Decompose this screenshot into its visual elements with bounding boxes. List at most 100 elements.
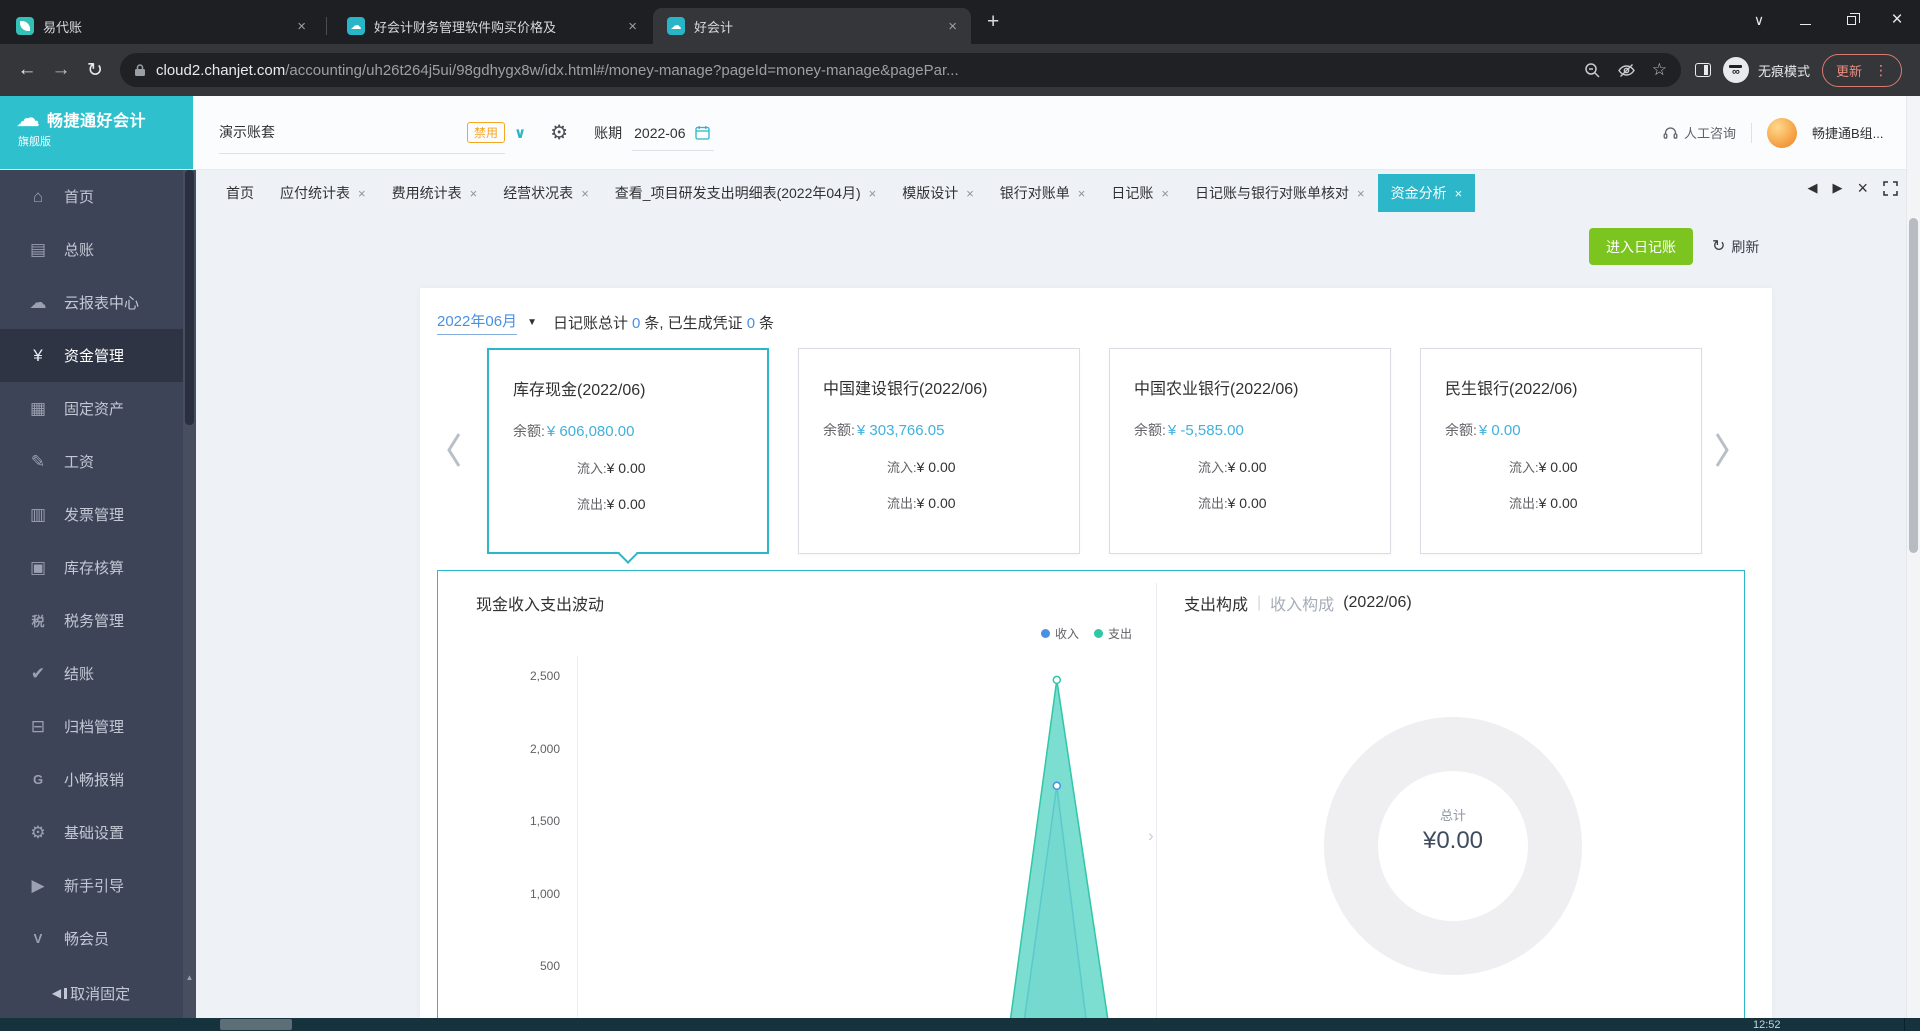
back-button[interactable]: ← bbox=[10, 59, 44, 81]
inflow-label: 流入: bbox=[577, 461, 607, 476]
sidebar-item-xiaochang-expense[interactable]: G 小畅报销 bbox=[0, 753, 196, 806]
sidebar-item-closing[interactable]: ✔ 结账 bbox=[0, 647, 196, 700]
close-tab-icon[interactable]: × bbox=[869, 186, 877, 201]
sidebar-item-payroll[interactable]: ✎ 工资 bbox=[0, 435, 196, 488]
user-name[interactable]: 畅捷通B组... bbox=[1812, 123, 1892, 142]
sidebar-scrollbar-thumb[interactable] bbox=[185, 170, 194, 425]
enter-journal-button[interactable]: 进入日记账 bbox=[1589, 228, 1693, 265]
new-tab-button[interactable]: + bbox=[987, 10, 999, 34]
tab-payable-stats[interactable]: 应付统计表 × bbox=[267, 174, 379, 212]
minimize-button[interactable] bbox=[1782, 12, 1828, 28]
sidebar-item-funds-management[interactable]: ¥ 资金管理 bbox=[0, 329, 196, 382]
carousel-prev-button[interactable] bbox=[444, 430, 464, 475]
calendar-icon[interactable] bbox=[694, 125, 710, 140]
tab-label: 首页 bbox=[226, 185, 254, 201]
carousel-next-button[interactable] bbox=[1712, 430, 1732, 475]
legend-item[interactable]: 支出 bbox=[1093, 625, 1132, 642]
tab-operating-status[interactable]: 经营状况表 × bbox=[490, 174, 602, 212]
close-tab-icon[interactable]: × bbox=[293, 18, 310, 35]
tab-bank-statement[interactable]: 银行对账单 × bbox=[987, 174, 1099, 212]
settings-gear-icon[interactable]: ⚙ bbox=[550, 120, 568, 145]
sidebar-item-home[interactable]: ⌂ 首页 bbox=[0, 170, 196, 223]
period-select[interactable]: 2022-06 bbox=[632, 115, 714, 151]
tab-label: 费用统计表 bbox=[391, 185, 462, 201]
browser-tab-yidaizhang[interactable]: 易代账 × bbox=[2, 8, 320, 44]
archive-icon: ⊟ bbox=[30, 716, 46, 736]
tab-project-rd-detail[interactable]: 查看_项目研发支出明细表(2022年04月) × bbox=[602, 174, 889, 212]
sidebar-item-invoice-management[interactable]: ▥ 发票管理 bbox=[0, 488, 196, 541]
month-select[interactable]: 2022年06月 bbox=[437, 310, 518, 335]
update-button[interactable]: 更新 ⋮ bbox=[1821, 53, 1902, 87]
incognito-badge: ∞ 无痕模式 bbox=[1722, 57, 1810, 83]
tab-journal[interactable]: 日记账 × bbox=[1098, 174, 1182, 212]
close-all-tabs-icon[interactable]: × bbox=[1857, 179, 1868, 197]
sidebar-item-fixed-assets[interactable]: ▦ 固定资产 bbox=[0, 382, 196, 435]
account-cards: 库存现金(2022/06) 余额: ¥ 606,080.00 流入:¥ 0.00 … bbox=[487, 348, 1702, 564]
tab-template-design[interactable]: 模版设计 × bbox=[889, 174, 987, 212]
close-tab-icon[interactable]: × bbox=[470, 186, 478, 201]
legend-item[interactable]: 收入 bbox=[1040, 625, 1079, 642]
page-scr​ollbar[interactable] bbox=[1906, 96, 1920, 1018]
month-caret-icon[interactable]: ▼ bbox=[527, 317, 537, 328]
expense-composition-toggle[interactable]: 支出构成 bbox=[1184, 591, 1248, 615]
horizontal-scroll-thumb[interactable] bbox=[220, 1019, 292, 1030]
close-window-button[interactable]: × bbox=[1874, 9, 1920, 31]
sidebar-item-member[interactable]: V 畅会员 bbox=[0, 912, 196, 965]
user-avatar[interactable] bbox=[1767, 117, 1797, 148]
sidebar-item-basic-settings[interactable]: ⚙ 基础设置 bbox=[0, 806, 196, 859]
account-card-minsheng[interactable]: 民生银行(2022/06) 余额: ¥ 0.00 流入:¥ 0.00 流出:¥ 0… bbox=[1420, 348, 1702, 554]
scroll-tabs-left-icon[interactable]: ◀ bbox=[1807, 180, 1817, 196]
close-tab-icon[interactable]: × bbox=[944, 18, 961, 35]
tab-funds-analysis[interactable]: 资金分析 × bbox=[1377, 174, 1476, 212]
tab-label: 经营状况表 bbox=[503, 185, 574, 201]
close-tab-icon[interactable]: × bbox=[966, 186, 974, 201]
sidebar-item-tax-management[interactable]: 税 税务管理 bbox=[0, 594, 196, 647]
address-bar[interactable]: cloud2.chanjet.com/accounting/uh26t264j5… bbox=[120, 53, 1681, 87]
income-composition-toggle[interactable]: 收入构成 bbox=[1270, 591, 1334, 615]
browser-menu-dots-icon[interactable]: ⋮ bbox=[1874, 62, 1888, 79]
restore-button[interactable] bbox=[1828, 12, 1874, 28]
sidebar-item-beginner-guide[interactable]: ▶ 新手引导 bbox=[0, 859, 196, 912]
account-card-abc[interactable]: 中国农业银行(2022/06) 余额: ¥ -5,585.00 流入:¥ 0.00… bbox=[1109, 348, 1391, 554]
outflow-label: 流出: bbox=[577, 497, 607, 512]
browser-tab-haokuaiji-pricing[interactable]: ☁ 好会计财务管理软件购买价格及 × bbox=[333, 8, 651, 44]
sidebar-item-inventory[interactable]: ▣ 库存核算 bbox=[0, 541, 196, 594]
browser-tab-haokuaiji-active[interactable]: ☁ 好会计 × bbox=[653, 8, 971, 44]
tab-home[interactable]: 首页 bbox=[213, 174, 267, 212]
fullscreen-icon[interactable] bbox=[1883, 180, 1898, 196]
account-set-select[interactable]: 演示账套 禁用 bbox=[219, 112, 505, 154]
scroll-tabs-right-icon[interactable]: ▶ bbox=[1832, 180, 1842, 196]
chevron-left-icon bbox=[447, 433, 461, 467]
sidebar-scroll-up-icon[interactable]: ▲ bbox=[186, 973, 194, 982]
eye-off-icon[interactable] bbox=[1617, 63, 1636, 78]
side-panel-icon[interactable] bbox=[1694, 63, 1711, 77]
close-tab-icon[interactable]: × bbox=[1078, 186, 1086, 201]
account-card-cash[interactable]: 库存现金(2022/06) 余额: ¥ 606,080.00 流入:¥ 0.00 … bbox=[487, 348, 769, 564]
zoom-out-icon[interactable] bbox=[1584, 62, 1601, 79]
sidebar-item-cloud-reports[interactable]: ☁ 云报表中心 bbox=[0, 276, 196, 329]
reload-button[interactable]: ↻ bbox=[78, 59, 112, 82]
account-card-ccb[interactable]: 中国建设银行(2022/06) 余额: ¥ 303,766.05 流入:¥ 0.0… bbox=[798, 348, 1080, 554]
close-tab-icon[interactable]: × bbox=[581, 186, 589, 201]
close-tab-icon[interactable]: × bbox=[358, 186, 366, 201]
unpin-sidebar-button[interactable]: ◀ 取消固定 bbox=[0, 970, 182, 1016]
account-set-caret-icon[interactable]: ∨ bbox=[514, 124, 526, 142]
refresh-button[interactable]: ↻ 刷新 bbox=[1712, 237, 1759, 257]
tab-journal-bank-check[interactable]: 日记账与银行对账单核对 × bbox=[1182, 174, 1378, 212]
vertical-scroll-thumb[interactable] bbox=[1909, 218, 1918, 553]
tab-expense-stats[interactable]: 费用统计表 × bbox=[379, 174, 491, 212]
close-tab-icon[interactable]: × bbox=[1455, 186, 1463, 201]
support-link[interactable]: 人工咨询 bbox=[1663, 123, 1736, 142]
sidebar-item-archive-management[interactable]: ⊟ 归档管理 bbox=[0, 700, 196, 753]
sidebar-item-label: 首页 bbox=[64, 189, 95, 206]
close-tab-icon[interactable]: × bbox=[1161, 186, 1169, 201]
bookmark-star-icon[interactable]: ☆ bbox=[1652, 60, 1667, 80]
sidebar-item-general-ledger[interactable]: ▤ 总账 bbox=[0, 223, 196, 276]
bottom-scrollbar[interactable]: 12:52 bbox=[0, 1018, 1920, 1031]
forward-button[interactable]: → bbox=[44, 59, 78, 81]
tab-label: 模版设计 bbox=[902, 185, 959, 201]
close-tab-icon[interactable]: × bbox=[624, 18, 641, 35]
browser-menu-chevron-icon[interactable]: ∨ bbox=[1736, 12, 1782, 29]
close-tab-icon[interactable]: × bbox=[1357, 186, 1365, 201]
sidebar-scrollbar[interactable]: ▲ bbox=[183, 170, 196, 1018]
